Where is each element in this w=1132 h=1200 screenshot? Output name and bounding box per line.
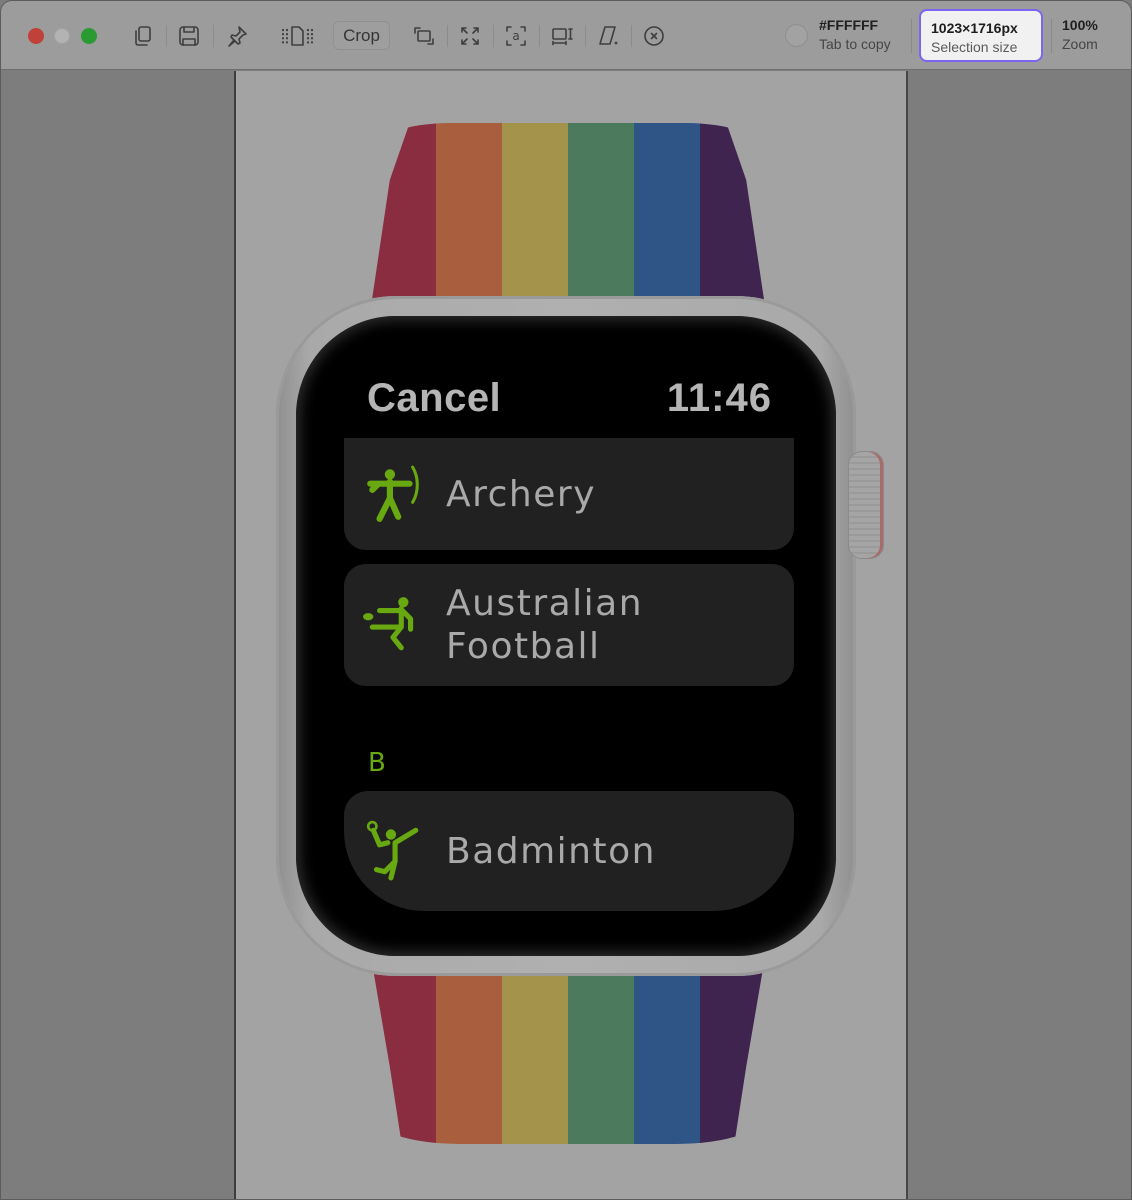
australian-football-icon (362, 594, 424, 656)
band-stripe (502, 123, 568, 313)
drag-file-icon (281, 26, 314, 46)
workout-label: Badminton (446, 830, 656, 872)
selection-size-label: Selection size (931, 39, 1018, 55)
cancel-button[interactable]: Cancel (367, 376, 501, 421)
svg-text:a: a (512, 29, 519, 43)
toolbar-divider (213, 25, 214, 47)
badminton-icon (362, 820, 424, 882)
band-stripe (370, 951, 436, 1144)
band-stripe (502, 951, 568, 1144)
maximize-window-button[interactable] (81, 28, 97, 44)
drag-out-button[interactable] (279, 21, 315, 51)
toolbar-divider (631, 25, 632, 47)
screenshot-tool-window: Crop a #FFFFFF Tab to copy 1023×1716px S… (0, 0, 1132, 1200)
band-stripe (700, 951, 766, 1144)
band-stripe (436, 951, 502, 1144)
close-circle-icon (644, 26, 664, 46)
band-stripe (436, 123, 502, 313)
eraser-icon (599, 26, 618, 45)
toolbar-divider (539, 25, 540, 47)
text-recognition-icon: a (506, 26, 526, 46)
zoom-label: Zoom (1062, 36, 1098, 52)
workout-label-line: Australian (446, 583, 644, 624)
dimensions-button[interactable] (547, 21, 577, 51)
watch-band-top (370, 123, 766, 313)
dimmed-area-left (1, 71, 234, 1199)
toolbar-divider (166, 25, 167, 47)
dimmed-area-right (908, 71, 1131, 1199)
save-button[interactable] (174, 21, 204, 51)
band-stripe (568, 951, 634, 1144)
zoom-value: 100% (1062, 17, 1098, 33)
erase-button[interactable] (593, 21, 623, 51)
watch-band-bottom (370, 951, 766, 1144)
watch-time: 11:46 (666, 376, 772, 420)
toolbar-divider (585, 25, 586, 47)
workout-item-archery[interactable]: Archery (344, 438, 794, 550)
expand-button[interactable] (455, 21, 485, 51)
recognize-text-button[interactable]: a (501, 21, 531, 51)
workout-label: Archery (446, 473, 596, 515)
color-hint: Tab to copy (819, 36, 891, 52)
overlay-icon (414, 27, 434, 45)
workout-label: Australian Football (446, 582, 643, 668)
pin-icon (228, 26, 247, 47)
toolbar-divider (493, 25, 494, 47)
band-stripe (370, 123, 436, 313)
selection-size-value: 1023×1716px (931, 20, 1018, 36)
color-value: #FFFFFF (819, 17, 879, 33)
band-stripe (634, 123, 700, 313)
band-stripe (700, 123, 766, 313)
color-readout[interactable]: #FFFFFF Tab to copy (819, 16, 891, 54)
copy-button[interactable] (128, 21, 158, 51)
workout-label-line: Football (446, 626, 601, 667)
toolbar-divider (1051, 19, 1052, 53)
selection-canvas[interactable]: Cancel 11:46 Archery Australian Football… (234, 71, 908, 1199)
pin-button[interactable] (222, 21, 252, 51)
minimize-window-button[interactable] (54, 28, 70, 44)
digital-crown (848, 451, 884, 559)
watch-screen: Cancel 11:46 Archery Australian Football… (296, 316, 836, 956)
zoom-readout[interactable]: 100% Zoom (1062, 16, 1098, 54)
close-window-button[interactable] (28, 28, 44, 44)
workout-item-australian-football[interactable]: Australian Football (344, 564, 794, 686)
selection-size-readout[interactable]: 1023×1716px Selection size (919, 9, 1043, 62)
expand-icon (461, 27, 479, 45)
band-stripe (634, 951, 700, 1144)
crop-button[interactable]: Crop (333, 21, 390, 50)
toolbar: Crop a #FFFFFF Tab to copy 1023×1716px S… (1, 1, 1131, 70)
archery-icon (362, 463, 424, 525)
save-icon (179, 26, 199, 46)
band-stripe (568, 123, 634, 313)
toolbar-divider (911, 19, 912, 53)
copy-icon (135, 26, 151, 46)
color-swatch[interactable] (785, 24, 808, 47)
dimensions-icon (552, 28, 573, 46)
toolbar-divider (447, 25, 448, 47)
overlay-button[interactable] (409, 21, 439, 51)
workout-item-badminton[interactable]: Badminton (344, 791, 794, 911)
section-header-b: B (368, 748, 386, 778)
close-button[interactable] (639, 21, 669, 51)
